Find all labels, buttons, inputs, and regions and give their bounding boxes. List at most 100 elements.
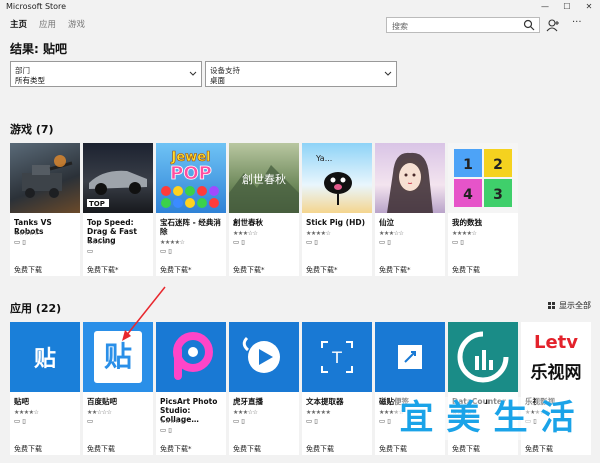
sudoku-num: 1 bbox=[463, 157, 473, 173]
price-label: 免费下载 bbox=[525, 445, 553, 453]
car-game-icon: TOP bbox=[83, 143, 153, 213]
pop-text: POP bbox=[170, 163, 212, 184]
picsart-icon bbox=[156, 322, 226, 392]
close-button[interactable]: ✕ bbox=[578, 0, 600, 14]
price-label: 免费下载* bbox=[306, 266, 338, 274]
svg-text:TOP: TOP bbox=[89, 200, 105, 208]
tile-name: 贴吧 bbox=[14, 397, 29, 406]
maximize-button[interactable]: ☐ bbox=[556, 0, 578, 14]
chuangshi-icon: 創世春秋 bbox=[229, 143, 299, 213]
price-label: 免费下载* bbox=[379, 266, 411, 274]
app-tile[interactable]: 虎牙直播 ★★★☆☆ ▭ ▯ 免费下载 bbox=[229, 322, 299, 455]
tile-notes-icon bbox=[375, 322, 445, 392]
game-tile[interactable]: Ya... Stick Pig (HD) ★★★★☆ ▭ ▯ 免费下载* bbox=[302, 143, 372, 276]
huya-icon bbox=[229, 322, 299, 392]
platform-icons: ▭ ▯ bbox=[452, 238, 464, 246]
watermark-char: 宜 bbox=[395, 397, 438, 440]
tank-game-icon bbox=[10, 143, 80, 213]
show-all-label: 显示全部 bbox=[559, 301, 591, 310]
price-label: 免费下载 bbox=[87, 445, 115, 453]
watermark-char: 美 bbox=[442, 397, 485, 440]
search-input[interactable]: 搜索 bbox=[386, 17, 540, 33]
text-extractor-glyph: T bbox=[331, 348, 342, 367]
price-label: 免费下载 bbox=[14, 445, 42, 453]
rating-stars: ★★★★☆ bbox=[87, 239, 112, 246]
games-section-title: 游戏 (7) bbox=[10, 123, 54, 136]
app-tile[interactable]: PicsArt Photo Studio: Collage… ★★★★☆ ▭ ▯… bbox=[156, 322, 226, 455]
sudoku-num: 4 bbox=[463, 187, 473, 203]
price-label: 免费下载 bbox=[306, 445, 334, 453]
results-title: 结果: 贴吧 bbox=[10, 42, 67, 56]
tile-name: Stick Pig (HD) bbox=[306, 218, 366, 227]
text-extractor-icon: T bbox=[302, 322, 372, 392]
platform-icons: ▭ ▯ bbox=[14, 238, 26, 246]
app-tile[interactable]: 贴 贴吧 ★★★★☆ ▭ ▯ 免费下载 bbox=[10, 322, 80, 455]
game-tile[interactable]: 1 2 4 3 我的数独 ★★★★☆ ▭ ▯ 免费下载 bbox=[448, 143, 518, 276]
title-bar: Microsoft Store — ☐ ✕ bbox=[0, 0, 600, 14]
stick-pig-icon: Ya... bbox=[302, 143, 372, 213]
jewel-pop-icon: Jewel POP bbox=[156, 143, 226, 213]
search-placeholder: 搜索 bbox=[392, 22, 408, 31]
platform-icons: ▭ ▯ bbox=[160, 247, 172, 255]
chuangshi-text: 創世春秋 bbox=[242, 172, 286, 186]
rating-stars: ★★★★☆ bbox=[160, 239, 185, 246]
tile-name: 創世春秋 bbox=[233, 218, 263, 227]
baidu-tieba-icon: 贴 bbox=[83, 322, 153, 392]
game-tile[interactable]: 仙泣 ★★★☆☆ ▭ ▯ 免费下载* bbox=[375, 143, 445, 276]
sudoku-num: 3 bbox=[493, 187, 503, 203]
rating-stars: ★★☆☆☆ bbox=[87, 409, 112, 416]
nav-apps[interactable]: 应用 bbox=[39, 18, 56, 34]
baidu-tieba-glyph: 贴 bbox=[94, 331, 142, 383]
tieba-icon: 贴 bbox=[10, 322, 80, 392]
platform-icons: ▭ ▯ bbox=[233, 417, 245, 425]
game-tile[interactable]: Jewel POP 宝石迷阵 - 经典消除 ★★★★☆ ▭ ▯ 免费下载* bbox=[156, 143, 226, 276]
chevron-down-icon bbox=[384, 71, 392, 76]
game-tile[interactable]: TOP Top Speed: Drag & Fast Racing ★★★★☆ … bbox=[83, 143, 153, 276]
game-tile[interactable]: 創世春秋 創世春秋 ★★★☆☆ ▭ ▯ 免费下载* bbox=[229, 143, 299, 276]
minimize-button[interactable]: — bbox=[534, 0, 556, 14]
show-all-link[interactable]: 显示全部 bbox=[548, 300, 591, 311]
tile-name: 宝石迷阵 - 经典消除 bbox=[160, 218, 221, 236]
game-tile[interactable]: Tanks VS Robots ★★★★☆ ▭ ▯ 免费下载 bbox=[10, 143, 80, 276]
watermark-char: 活 bbox=[536, 397, 579, 440]
department-filter-value: 所有类型 bbox=[15, 76, 45, 85]
rating-stars: ★★★☆☆ bbox=[233, 409, 258, 416]
app-tile[interactable]: T 文本提取器 ★★★★★ ▭ ▯ 免费下载 bbox=[302, 322, 372, 455]
tile-name: 文本提取器 bbox=[306, 397, 344, 406]
letv-icon: Letv 乐视网 bbox=[521, 322, 591, 392]
rating-stars: ★★★★☆ bbox=[14, 409, 39, 416]
search-icon[interactable] bbox=[523, 19, 535, 31]
platform-icons: ▭ bbox=[87, 247, 94, 255]
device-filter-value: 桌面 bbox=[210, 76, 225, 85]
nav-games[interactable]: 游戏 bbox=[68, 18, 85, 34]
tile-name: 仙泣 bbox=[379, 218, 394, 227]
more-options-icon[interactable]: ··· bbox=[572, 17, 582, 28]
platform-icons: ▭ ▯ bbox=[14, 417, 26, 425]
rating-stars: ★★★★☆ bbox=[160, 418, 185, 425]
department-filter[interactable]: 部门 所有类型 bbox=[10, 61, 202, 87]
price-label: 免费下载 bbox=[379, 445, 407, 453]
watermark-char: 生 bbox=[489, 397, 532, 440]
datacounter-icon bbox=[448, 322, 518, 392]
price-label: 免费下载* bbox=[160, 445, 192, 453]
nav-home[interactable]: 主页 bbox=[10, 18, 27, 34]
letv-logo-bottom: 乐视网 bbox=[530, 363, 582, 383]
letv-logo-top: Letv bbox=[533, 332, 578, 353]
app-tile[interactable]: 贴 百度贴吧 ★★☆☆☆ ▭ 免费下载 bbox=[83, 322, 153, 455]
platform-icons: ▭ ▯ bbox=[379, 417, 391, 425]
rating-stars: ★★★☆☆ bbox=[233, 230, 258, 237]
tieba-glyph: 贴 bbox=[33, 347, 56, 372]
apps-section-title: 应用 (22) bbox=[10, 302, 62, 315]
rating-stars: ★★★★★ bbox=[306, 409, 331, 416]
platform-icons: ▭ ▯ bbox=[379, 238, 391, 246]
xianqi-icon bbox=[375, 143, 445, 213]
price-label: 免费下载* bbox=[233, 266, 265, 274]
platform-icons: ▭ ▯ bbox=[306, 417, 318, 425]
rating-stars: ★★★★☆ bbox=[14, 230, 39, 237]
top-nav: 主页 应用 游戏 bbox=[10, 18, 85, 34]
account-icon[interactable] bbox=[546, 18, 560, 32]
device-filter[interactable]: 设备支持 桌面 bbox=[205, 61, 397, 87]
watermark: 宜 美 生 活 bbox=[395, 397, 579, 440]
platform-icons: ▭ ▯ bbox=[233, 238, 245, 246]
price-label: 免费下载 bbox=[452, 266, 480, 274]
